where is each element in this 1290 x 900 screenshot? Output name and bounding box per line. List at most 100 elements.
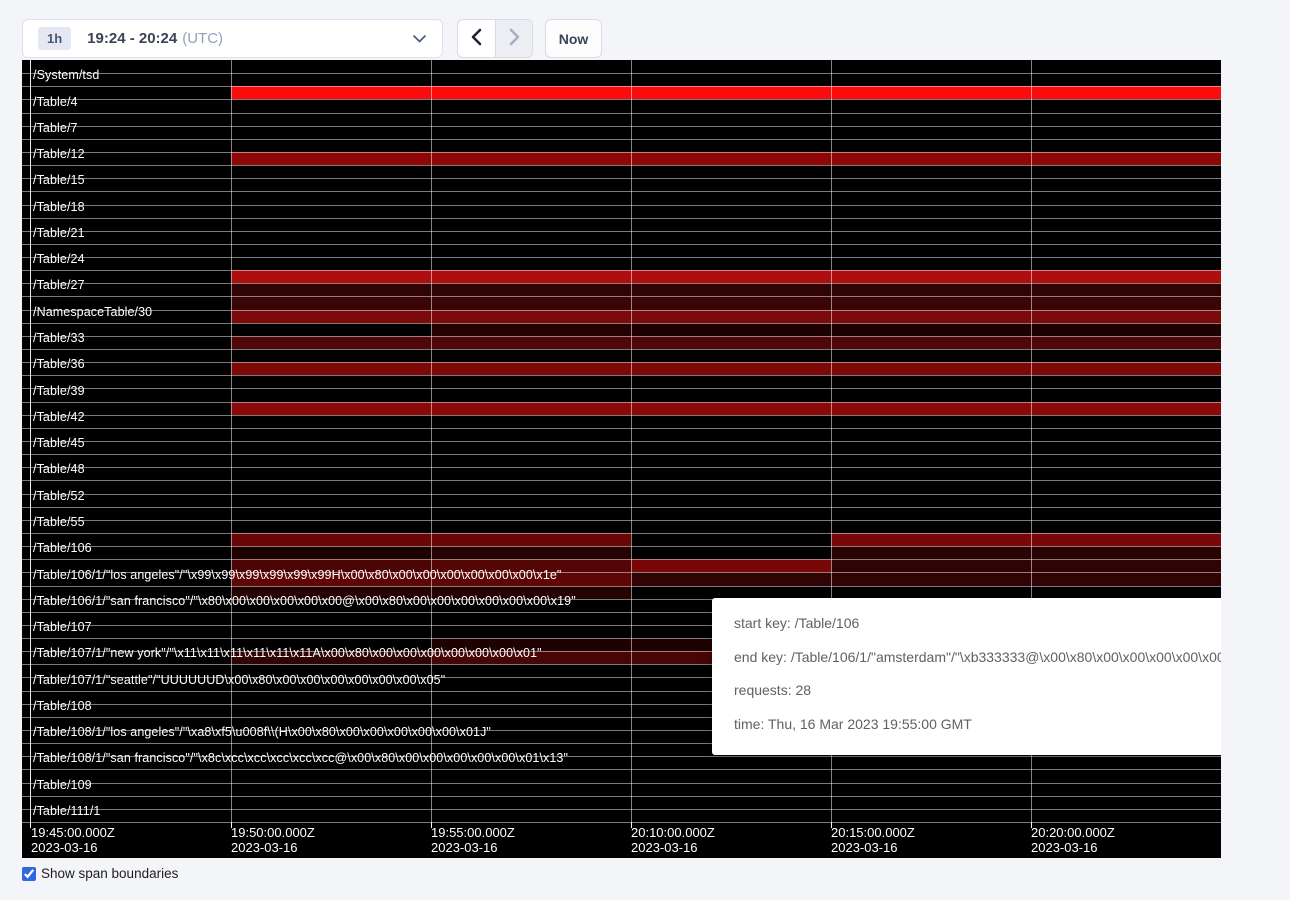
heat-cell (1031, 296, 1221, 309)
span-boundary-line (22, 165, 1221, 166)
show-span-boundaries-checkbox[interactable] (22, 867, 36, 881)
span-boundary-line (22, 415, 1221, 416)
span-boundary-line (22, 244, 1221, 245)
time-range-picker[interactable]: 1h 19:24 - 20:24 (UTC) (22, 19, 443, 58)
span-boundary-line (22, 809, 1221, 810)
span-label: /Table/107/1/"seattle"/"UUUUUUD\x00\x80\… (33, 674, 445, 687)
span-boundary-line (22, 349, 1221, 350)
heat-cell (431, 283, 631, 296)
axis-date-label: 2023-03-16 (231, 840, 298, 855)
span-label: /Table/55 (33, 516, 85, 529)
span-label: /Table/52 (33, 490, 85, 503)
span-boundary-line (22, 99, 1221, 100)
span-boundary-line (22, 231, 1221, 232)
span-boundary-line (22, 533, 1221, 534)
heat-cell (231, 310, 431, 323)
heat-cell (1031, 86, 1221, 99)
heat-cell (631, 270, 831, 283)
heat-cell (431, 546, 631, 559)
heat-cell (431, 296, 631, 309)
span-label: /Table/48 (33, 463, 85, 476)
heat-cell (1031, 323, 1221, 336)
axis-date-label: 2023-03-16 (431, 840, 498, 855)
heat-cell (231, 283, 431, 296)
span-label: /System/tsd (33, 69, 99, 82)
span-boundary-line (22, 507, 1221, 508)
heat-cell (631, 362, 831, 375)
span-label: /Table/111/1 (33, 805, 100, 818)
axis-time-label: 19:50:00.000Z (231, 825, 315, 840)
heat-cell (231, 533, 431, 546)
heat-cell (1031, 559, 1221, 572)
heat-cell (831, 152, 1031, 165)
axis-time-label: 19:45:00.000Z (31, 825, 115, 840)
heat-cell (1031, 336, 1221, 349)
span-label: /Table/4 (33, 96, 78, 109)
time-gridline (231, 60, 232, 822)
heat-cell (431, 270, 631, 283)
span-label: /Table/15 (33, 174, 85, 187)
span-label: /Table/33 (33, 332, 85, 345)
heat-cell (1031, 362, 1221, 375)
heat-cell (631, 152, 831, 165)
span-boundary-line (22, 323, 1221, 324)
heat-cell (631, 310, 831, 323)
heat-cell (231, 270, 431, 283)
heat-cell (231, 402, 431, 415)
axis-time-label: 19:55:00.000Z (431, 825, 515, 840)
heat-cell (231, 152, 431, 165)
span-boundary-line (22, 480, 1221, 481)
axis-date-label: 2023-03-16 (31, 840, 98, 855)
heat-cell (431, 323, 631, 336)
span-boundary-line (22, 283, 1221, 284)
span-label: /Table/108 (33, 700, 92, 713)
heat-cell (1031, 546, 1221, 559)
next-range-button[interactable] (495, 19, 533, 58)
tooltip-end-key: end key: /Table/106/1/"amsterdam"/"\xb33… (734, 647, 1221, 667)
heat-cell (431, 152, 631, 165)
span-boundary-line (22, 796, 1221, 797)
axis-time-label: 20:15:00.000Z (831, 825, 915, 840)
heat-cell (831, 310, 1031, 323)
show-span-boundaries-row[interactable]: Show span boundaries (22, 866, 178, 881)
span-boundary-line (22, 205, 1221, 206)
heat-cell (831, 559, 1031, 572)
span-boundary-line (22, 86, 1221, 87)
key-visualizer-canvas[interactable]: start key: /Table/106 end key: /Table/10… (22, 60, 1221, 858)
heat-cell (831, 283, 1031, 296)
tooltip-time: time: Thu, 16 Mar 2023 19:55:00 GMT (734, 714, 1221, 734)
heat-cell (631, 323, 831, 336)
time-range-label: 19:24 - 20:24 (87, 30, 177, 47)
span-label: /Table/21 (33, 227, 85, 240)
heat-cell (1031, 270, 1221, 283)
heat-cell (831, 546, 1031, 559)
span-boundary-line (22, 310, 1221, 311)
span-label: /Table/106/1/"los angeles"/"\x99\x99\x99… (33, 569, 561, 582)
span-boundary-line (22, 178, 1221, 179)
heat-cell (831, 402, 1031, 415)
chevron-down-icon (413, 35, 426, 43)
span-label: /Table/39 (33, 385, 85, 398)
tooltip-requests: requests: 28 (734, 680, 1221, 700)
span-label: /Table/36 (33, 358, 85, 371)
heat-cell (231, 86, 431, 99)
span-boundary-line (22, 467, 1221, 468)
heat-cell (631, 283, 831, 296)
span-boundary-line (22, 388, 1221, 389)
span-boundary-line (22, 520, 1221, 521)
range-nav-group (457, 19, 533, 58)
span-label: /Table/7 (33, 122, 78, 135)
span-label: /Table/108/1/"los angeles"/"\xa8\xf5\u00… (33, 726, 491, 739)
heat-cell (231, 296, 431, 309)
now-button[interactable]: Now (545, 19, 602, 58)
span-boundary-line (22, 270, 1221, 271)
prev-range-button[interactable] (457, 19, 495, 58)
heat-cell (831, 86, 1031, 99)
span-boundary-line (22, 454, 1221, 455)
span-boundary-line (22, 73, 1221, 74)
show-span-boundaries-label: Show span boundaries (41, 866, 178, 881)
span-label: /Table/107 (33, 621, 92, 634)
heat-cell (1031, 283, 1221, 296)
time-gridline (431, 60, 432, 822)
span-boundary-line (22, 218, 1221, 219)
